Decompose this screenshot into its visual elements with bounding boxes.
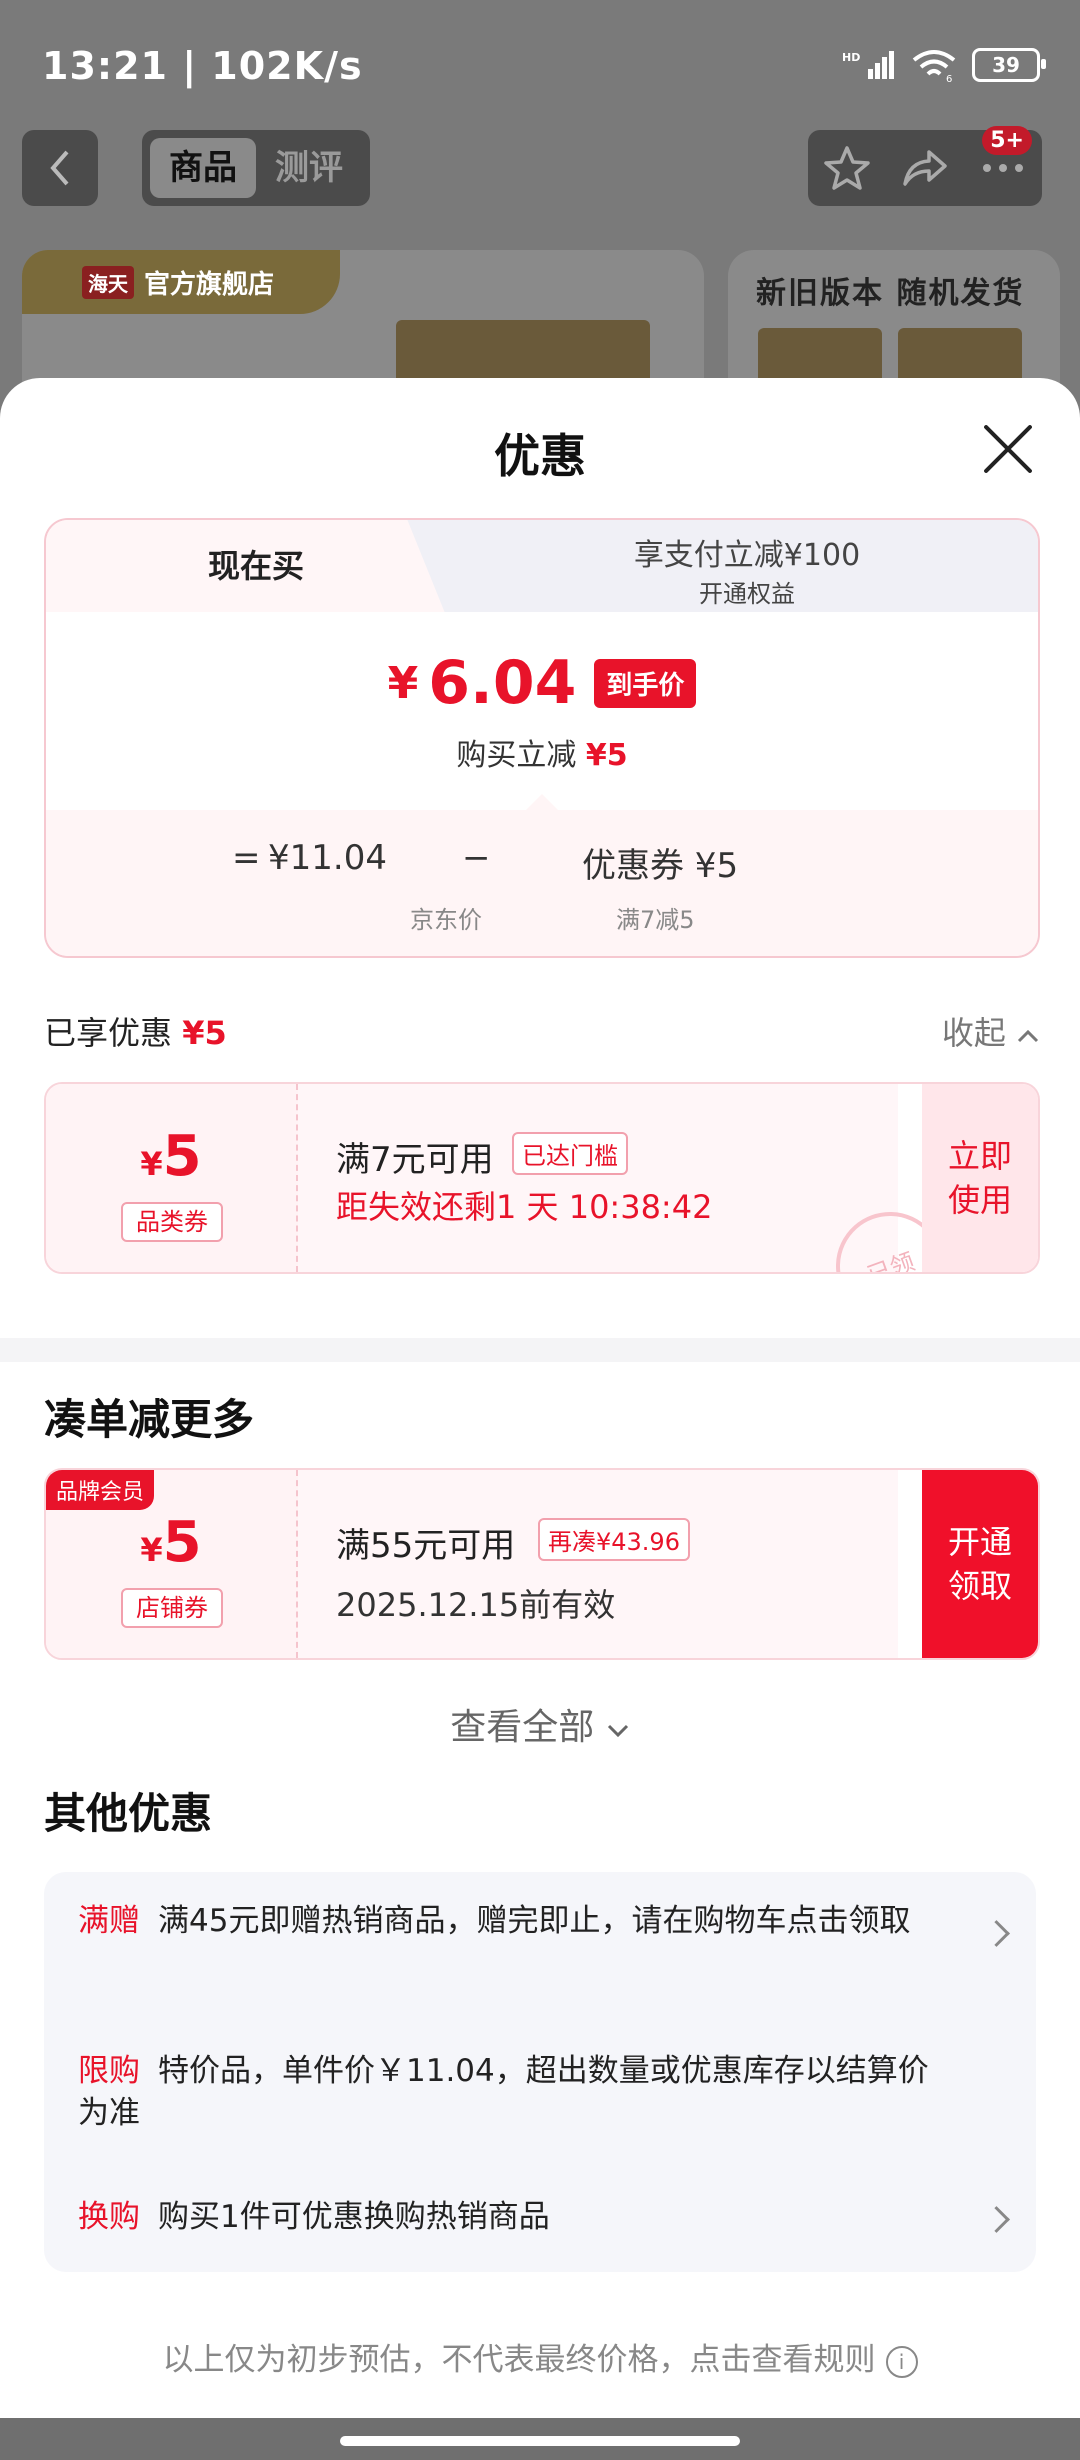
coupon-type: 店铺券 (121, 1588, 223, 1628)
coupon-need-more-pill: 再凑¥43.96 (538, 1518, 690, 1561)
coupon-expire-countdown: 距失效还剩1 天 10:38:42 (336, 1188, 713, 1226)
chevron-right-icon[interactable] (983, 2206, 1010, 2233)
chevron-right-icon[interactable] (983, 1920, 1010, 1947)
collapse-label: 收起 (941, 1014, 1006, 1052)
calc-jd-price: ¥11.04 (268, 838, 387, 878)
coupon-amount: ¥5 (140, 1124, 202, 1189)
coupon-amount: ¥5 (140, 1510, 202, 1575)
offer-text: 满45元即赠热销商品，赠完即止，请在购物车点击领取 (158, 1903, 911, 1939)
tab-pay-sub[interactable]: 开通权益 (456, 574, 1038, 609)
price-breakdown: 现在买 享支付立减¥100 开通权益 ¥ 6.04 到手价 购买立减 ¥5 = … (44, 518, 1040, 958)
status-icons: HD 6 39 (842, 48, 1046, 82)
offer-label: 限购 (78, 2053, 140, 2089)
calc-pointer (526, 794, 558, 810)
tab-product[interactable]: 商品 (150, 138, 256, 198)
section-title-other: 其他优惠 (44, 1789, 213, 1838)
shop-name: 官方旗舰店 (144, 269, 275, 300)
other-offers-list: 满赠 满45元即赠热销商品，赠完即止，请在购物车点击领取 限购 特价品，单件价￥11… (44, 1872, 1036, 2272)
tab-review[interactable]: 测评 (256, 138, 362, 198)
svg-text:6: 6 (946, 74, 952, 82)
calc-minus: − (462, 838, 491, 878)
purchase-reduce: 购买立减 ¥5 (46, 730, 1038, 774)
battery-icon: 39 (972, 48, 1046, 82)
product-tabs: 商品 测评 (142, 130, 370, 206)
enjoyed-label: 已享优惠 (44, 1014, 173, 1052)
coupon-type: 品类券 (121, 1202, 223, 1242)
chevron-left-icon (50, 150, 69, 186)
signal-icon: HD (842, 51, 894, 79)
home-indicator[interactable] (340, 2436, 740, 2446)
top-nav: 商品 测评 5+ (0, 126, 1080, 210)
footer-note-text: 以上仅为初步预估，不代表最终价格，点击查看规则 (162, 2342, 876, 2378)
calc-jd-label: 京东价 (410, 906, 482, 934)
chevron-up-icon (1017, 1029, 1039, 1043)
back-button[interactable] (22, 130, 98, 206)
chevron-down-icon (607, 1724, 628, 1738)
coupon-valid-date: 2025.12.15前有效 (336, 1586, 616, 1624)
coupon-condition: 满55元可用 (336, 1526, 516, 1566)
reduce-label: 购买立减 (456, 738, 577, 773)
use-now-button[interactable]: 立即 使用 (922, 1084, 1038, 1272)
offer-row-gift[interactable]: 满赠 满45元即赠热销商品，赠完即止，请在购物车点击领取 (78, 1900, 958, 1942)
status-time: 13:21 | 102K/s (42, 44, 363, 88)
enjoyed-discount: 已享优惠 ¥5 (44, 1008, 227, 1054)
price-value: 6.04 (428, 648, 577, 718)
status-bar: 13:21 | 102K/s HD 6 39 (0, 0, 1080, 140)
collapse-button[interactable]: 收起 (942, 1008, 1040, 1054)
price-currency: ¥ (387, 657, 419, 709)
close-icon[interactable] (980, 422, 1036, 478)
estimate-rules-link[interactable]: 以上仅为初步预估，不代表最终价格，点击查看规则 i (0, 2334, 1080, 2379)
offer-row-limit: 限购 特价品，单件价￥11.04，超出数量或优惠库存以结算价为准 (78, 2050, 958, 2134)
coupon-store: 品牌会员 ¥5 店铺券 满55元可用 再凑¥43.96 2025.12.15前有… (44, 1468, 1040, 1660)
reduce-value: ¥5 (585, 738, 628, 773)
coupon-condition: 满7元可用 (336, 1140, 494, 1180)
tab-pay-discount[interactable]: 享支付立减¥100 (456, 530, 1038, 574)
discount-sheet: 优惠 现在买 享支付立减¥100 开通权益 ¥ 6.04 到手价 购买立减 ¥5… (0, 378, 1080, 2418)
offer-label: 换购 (78, 2199, 140, 2235)
offer-row-exchange[interactable]: 换购 购买1件可优惠换购热销商品 (78, 2196, 958, 2238)
section-title-more: 凑单减更多 (44, 1395, 255, 1444)
info-icon: i (885, 2345, 918, 2378)
offer-label: 满赠 (78, 1903, 140, 1939)
wifi-icon: 6 (912, 50, 956, 82)
offer-text: 购买1件可优惠换购热销商品 (158, 2199, 550, 2235)
shop-logo: 海天 (82, 265, 134, 299)
view-all-button[interactable]: 查看全部 (0, 1698, 1080, 1750)
final-price: ¥ 6.04 到手价 (46, 648, 1038, 718)
price-tag: 到手价 (594, 658, 697, 708)
coupon-threshold-pill: 已达门槛 (512, 1132, 628, 1175)
star-icon[interactable] (823, 144, 871, 192)
price-calc (46, 810, 1038, 956)
offer-text: 特价品，单件价￥11.04，超出数量或优惠库存以结算价为准 (78, 2053, 929, 2131)
svg-text:HD: HD (842, 51, 860, 64)
calc-coupon: 优惠券 ¥5 (582, 846, 739, 886)
shop-tag: 海天 官方旗舰店 (22, 250, 340, 314)
calc-equals: = (232, 838, 261, 878)
tab-buy-now[interactable]: 现在买 (46, 520, 466, 612)
enjoyed-value: ¥5 (182, 1014, 227, 1052)
brand-member-tag: 品牌会员 (46, 1470, 155, 1510)
coupon-category: ¥5 品类券 满7元可用 已达门槛 距失效还剩1 天 10:38:42 已领 立… (44, 1082, 1040, 1274)
version-note: 新旧版本 随机发货 (756, 276, 1025, 311)
message-badge: 5+ (982, 126, 1032, 155)
top-actions: 5+ (808, 126, 1042, 206)
open-claim-button[interactable]: 开通 领取 (922, 1470, 1038, 1658)
share-icon[interactable] (901, 144, 949, 192)
section-divider (0, 1338, 1080, 1362)
sheet-title: 优惠 (494, 429, 586, 483)
calc-coupon-cond: 满7减5 (616, 906, 695, 934)
view-all-label: 查看全部 (450, 1707, 595, 1748)
